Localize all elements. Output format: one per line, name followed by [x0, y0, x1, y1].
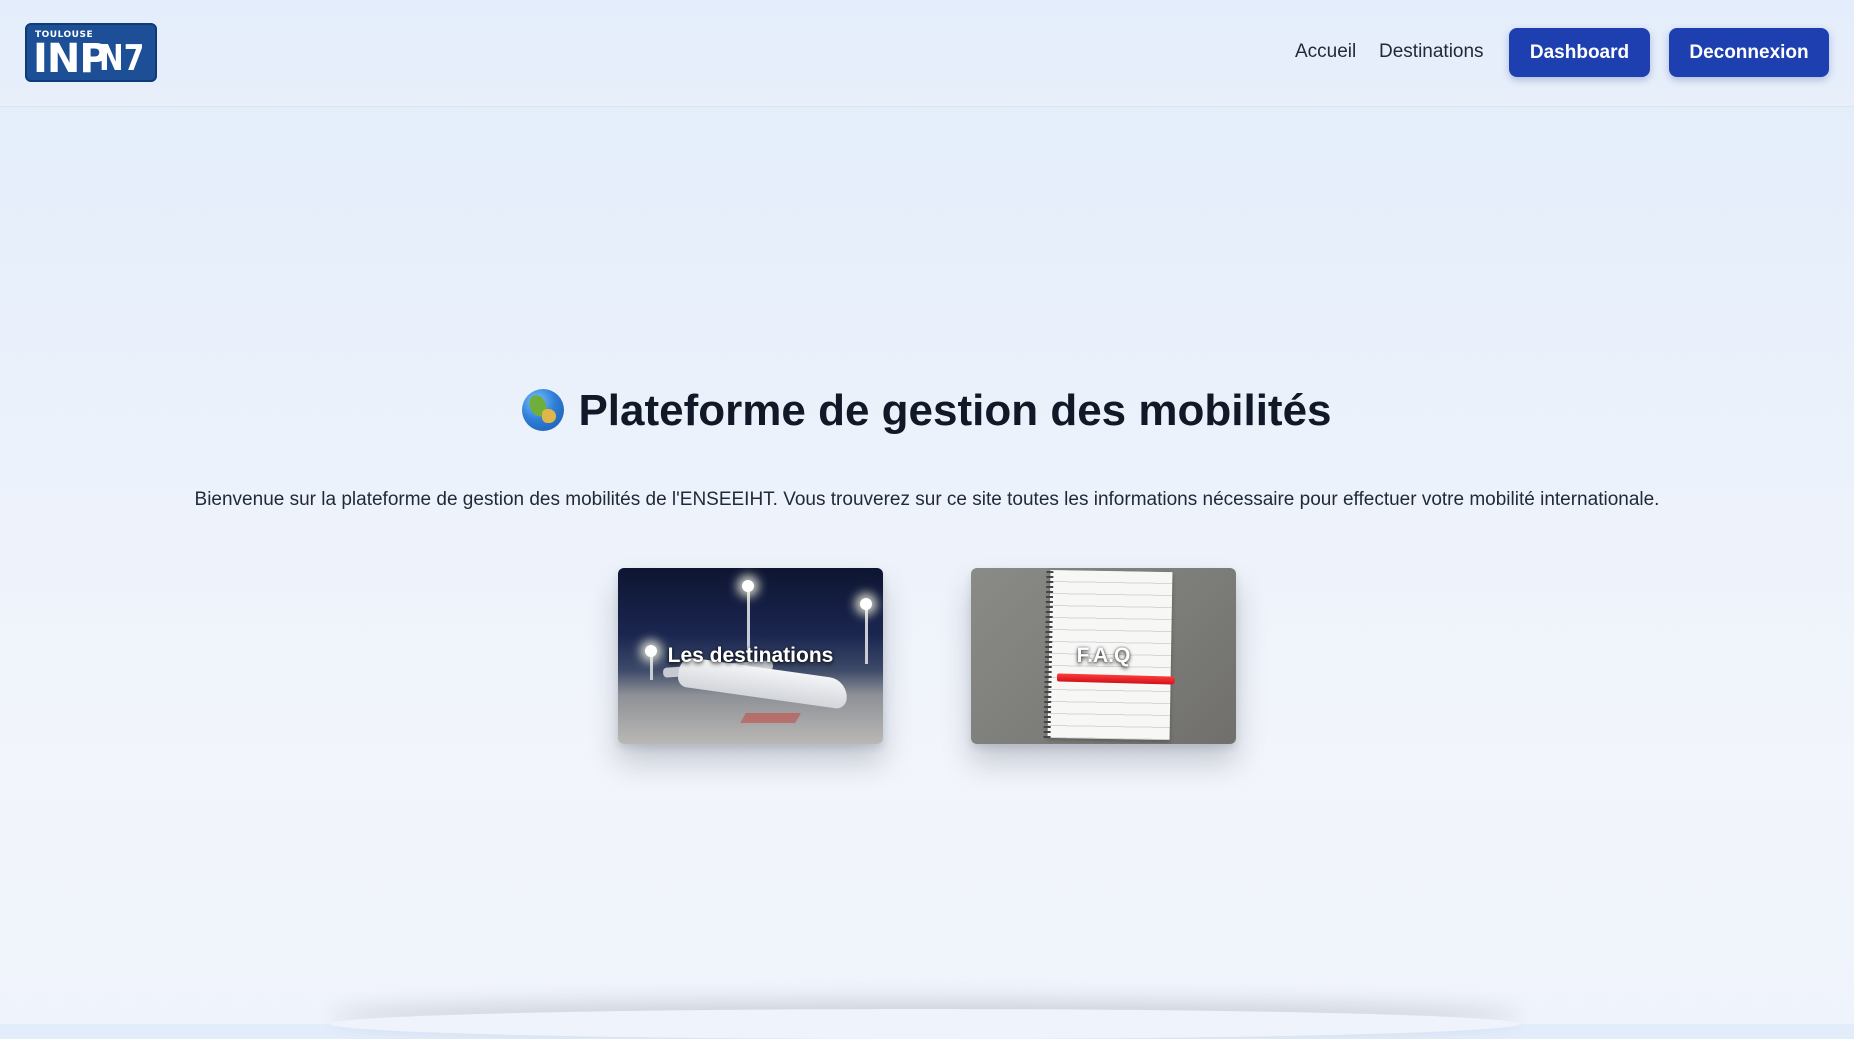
logout-button[interactable]: Deconnexion — [1669, 28, 1829, 77]
site-header: TOULOUSE INP N7 Accueil Destinations Das… — [0, 0, 1854, 107]
welcome-text: Bienvenue sur la plateforme de gestion d… — [194, 489, 1660, 510]
nav-link-accueil[interactable]: Accueil — [1295, 40, 1356, 64]
globe-icon — [522, 389, 565, 431]
faq-card[interactable]: F.A.Q — [971, 568, 1236, 744]
destinations-card-label: Les destinations — [667, 644, 834, 667]
destinations-card[interactable]: Les destinations — [618, 568, 883, 744]
dashboard-button[interactable]: Dashboard — [1509, 28, 1650, 77]
logo-inp-text: INP — [33, 36, 109, 82]
inp-n7-logo[interactable]: TOULOUSE INP N7 — [25, 23, 157, 82]
footer-edge — [330, 1009, 1520, 1039]
logo-n7-text: N7 — [99, 38, 145, 79]
page-title: Plateforme de gestion des mobilités — [0, 382, 1854, 440]
nav-link-destinations[interactable]: Destinations — [1379, 40, 1484, 64]
faq-card-label: F.A.Q — [1076, 644, 1131, 667]
page-title-text: Plateforme de gestion des mobilités — [578, 386, 1332, 435]
